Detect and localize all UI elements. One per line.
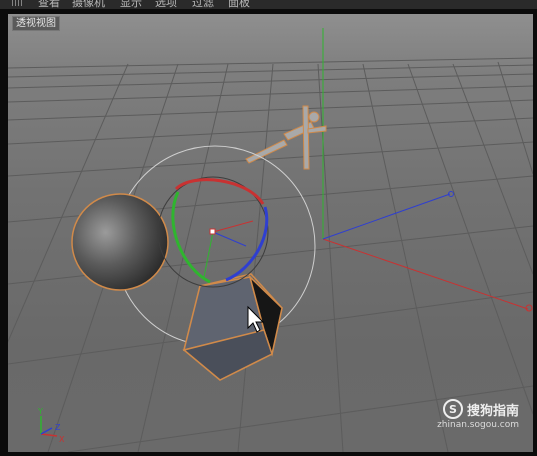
menu-filter[interactable]: 过滤	[192, 0, 214, 9]
menu-camera[interactable]: 摄像机	[72, 0, 105, 9]
rotate-gizmo	[157, 176, 269, 288]
menu-panel[interactable]: 面板	[228, 0, 250, 9]
axis-label-z: Z	[55, 423, 61, 432]
menu-grip-icon[interactable]	[12, 0, 24, 6]
viewport-title: 透视视图	[12, 16, 60, 31]
sogou-logo-icon: S	[442, 399, 463, 419]
menu-display[interactable]: 显示	[120, 0, 142, 9]
viewport-scene[interactable]: Y Z X	[8, 14, 533, 452]
sphere-object	[71, 193, 169, 291]
watermark: S 搜狗指南 zhinan.sogou.com	[437, 398, 519, 430]
cinema4d-window: 查看 摄像机 显示 选项 过滤 面板 Y Z X 透视视图 S 搜狗指南 zhi…	[0, 0, 537, 456]
perspective-viewport[interactable]: Y Z X	[8, 14, 533, 452]
menu-view[interactable]: 查看	[38, 0, 60, 9]
menu-options[interactable]: 选项	[155, 0, 177, 9]
watermark-url: zhinan.sogou.com	[437, 420, 519, 430]
axis-label-y: Y	[37, 407, 43, 416]
axis-label-x: X	[59, 435, 65, 444]
world-x-axis	[322, 238, 529, 310]
viewport-menubar: 查看 摄像机 显示 选项 过滤 面板	[0, 0, 537, 9]
world-z-axis	[322, 193, 451, 240]
watermark-brand: 搜狗指南	[466, 403, 519, 419]
world-x-axis-end	[525, 304, 533, 312]
cube-object	[182, 273, 283, 381]
